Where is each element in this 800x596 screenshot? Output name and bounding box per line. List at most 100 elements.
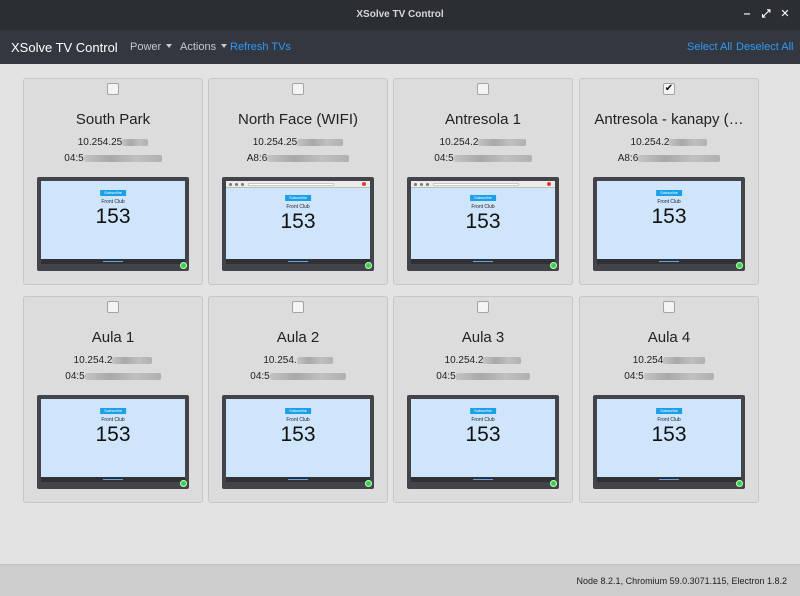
online-status-icon [736,262,743,269]
redacted-ip [122,138,149,146]
tv-mac-address: 04:5 [209,371,387,382]
subscribe-button: Subscribe [285,408,311,414]
tv-card[interactable]: Aula 3 10.254.2 04:5 Subscribe Front Club 153 [393,296,573,503]
redacted-mac [643,372,714,380]
reload-icon [426,183,429,186]
tv-taskbar [226,259,370,264]
browser-toolbar [411,181,555,188]
tv-taskbar [597,477,741,482]
tv-card[interactable]: ✔ Antresola - kanapy (… 10.254.2 A8:6 Subscr… [579,78,759,285]
tv-screen-content: Subscribe Front Club 153 [411,181,555,259]
tv-taskbar [597,259,741,264]
subscribe-button: Subscribe [100,190,126,196]
tv-taskbar [411,477,555,482]
tv-select-checkbox[interactable] [292,83,304,95]
tv-screenshot[interactable]: Subscribe Front Club 153 [222,177,374,271]
forward-icon [235,183,238,186]
tv-screenshot[interactable]: Subscribe Front Club 153 [37,177,189,271]
tv-mac-address: A8:6 [209,153,387,164]
counter-value: 153 [651,423,687,446]
taskbar-indicator [103,261,123,262]
actions-dropdown-label: Actions [180,41,217,53]
online-status-icon [550,480,557,487]
taskbar-indicator [288,261,308,262]
select-all-link[interactable]: Select All [687,41,732,53]
tv-mac-prefix: 04:5 [624,371,644,382]
subscribe-button: Subscribe [100,408,126,414]
taskbar-indicator [473,261,493,262]
tv-ip-address: 10.254 [580,355,758,366]
browser-close-icon [547,182,551,186]
tv-ip-address: 10.254.2 [394,137,572,148]
subscribe-button: Subscribe [470,408,496,414]
tv-ip-address: 10.254.2 [394,355,572,366]
counter-value: 153 [95,205,131,228]
redacted-ip [478,138,527,146]
window-title: XSolve TV Control [356,9,444,20]
tv-select-checkbox[interactable] [477,301,489,313]
tv-ip-address: 10.254.25 [24,137,202,148]
tv-screenshot[interactable]: Subscribe Front Club 153 [37,395,189,489]
redacted-mac [455,372,530,380]
window-titlebar: XSolve TV Control ‒ ⤢ ✕ [0,0,800,30]
tv-name: Aula 2 [276,329,320,346]
online-status-icon [365,480,372,487]
tv-name: Aula 1 [91,329,135,346]
tv-name: Aula 3 [461,329,505,346]
tv-select-checkbox[interactable] [663,301,675,313]
tv-taskbar [226,477,370,482]
tv-name: Antresola - kanapy (… [594,111,744,128]
tv-select-checkbox[interactable] [107,83,119,95]
online-status-icon [180,262,187,269]
online-status-icon [550,262,557,269]
tv-select-checkbox[interactable]: ✔ [663,83,675,95]
tv-mac-prefix: 04:5 [436,371,456,382]
tv-mac-prefix: 04:5 [64,153,84,164]
tv-screenshot[interactable]: Subscribe Front Club 153 [407,177,559,271]
power-dropdown[interactable]: Power [130,41,173,53]
chevron-down-icon [221,44,228,48]
tv-screenshot[interactable]: Subscribe Front Club 153 [407,395,559,489]
maximize-icon[interactable]: ⤢ [760,8,772,20]
tv-screenshot[interactable]: Subscribe Front Club 153 [593,177,745,271]
tv-select-checkbox[interactable] [292,301,304,313]
tv-mac-prefix: A8:6 [617,153,639,164]
taskbar-indicator [473,479,493,480]
close-icon[interactable]: ✕ [779,8,791,20]
redacted-mac [453,154,532,162]
taskbar-indicator [659,261,679,262]
tv-card[interactable]: North Face (WIFI) 10.254.25 A8:6 Subscribe F… [208,78,388,285]
tv-ip-address: 10.254.2 [24,355,202,366]
redacted-mac [83,154,162,162]
tv-ip-prefix: 10.254. [263,355,297,366]
tv-ip-prefix: 10.254.25 [252,137,298,148]
address-bar [248,183,334,186]
subscribe-button: Subscribe [656,190,682,196]
taskbar-indicator [103,479,123,480]
tv-card[interactable]: Aula 1 10.254.2 04:5 Subscribe Front Club 153 [23,296,203,503]
refresh-tvs-link[interactable]: Refresh TVs [230,41,291,53]
tv-card[interactable]: Aula 4 10.254 04:5 Subscribe Front Club 153 [579,296,759,503]
actions-dropdown[interactable]: Actions [180,41,228,53]
tv-screenshot[interactable]: Subscribe Front Club 153 [593,395,745,489]
tv-ip-prefix: 10.254.2 [630,137,670,148]
app-brand[interactable]: XSolve TV Control [11,40,118,55]
tv-ip-address: 10.254. [209,355,387,366]
tv-card[interactable]: South Park 10.254.25 04:5 Subscribe Front Cl… [23,78,203,285]
tv-screenshot[interactable]: Subscribe Front Club 153 [222,395,374,489]
minimize-icon[interactable]: ‒ [741,8,753,20]
tv-card[interactable]: Antresola 1 10.254.2 04:5 Subscribe Front Cl… [393,78,573,285]
tv-select-checkbox[interactable] [107,301,119,313]
tv-screen-content: Subscribe Front Club 153 [597,399,741,477]
tv-screen-content: Subscribe Front Club 153 [226,181,370,259]
tv-card[interactable]: Aula 2 10.254. 04:5 Subscribe Front Club 153 [208,296,388,503]
reload-icon [241,183,244,186]
browser-toolbar [226,181,370,188]
deselect-all-link[interactable]: Deselect All [736,41,793,53]
tv-taskbar [41,259,185,264]
tv-ip-prefix: 10.254 [632,355,664,366]
tv-select-checkbox[interactable] [477,83,489,95]
tv-ip-prefix: 10.254.2 [444,355,484,366]
tv-name: Aula 4 [647,329,691,346]
navbar: XSolve TV Control Power Actions Refresh … [0,30,800,64]
